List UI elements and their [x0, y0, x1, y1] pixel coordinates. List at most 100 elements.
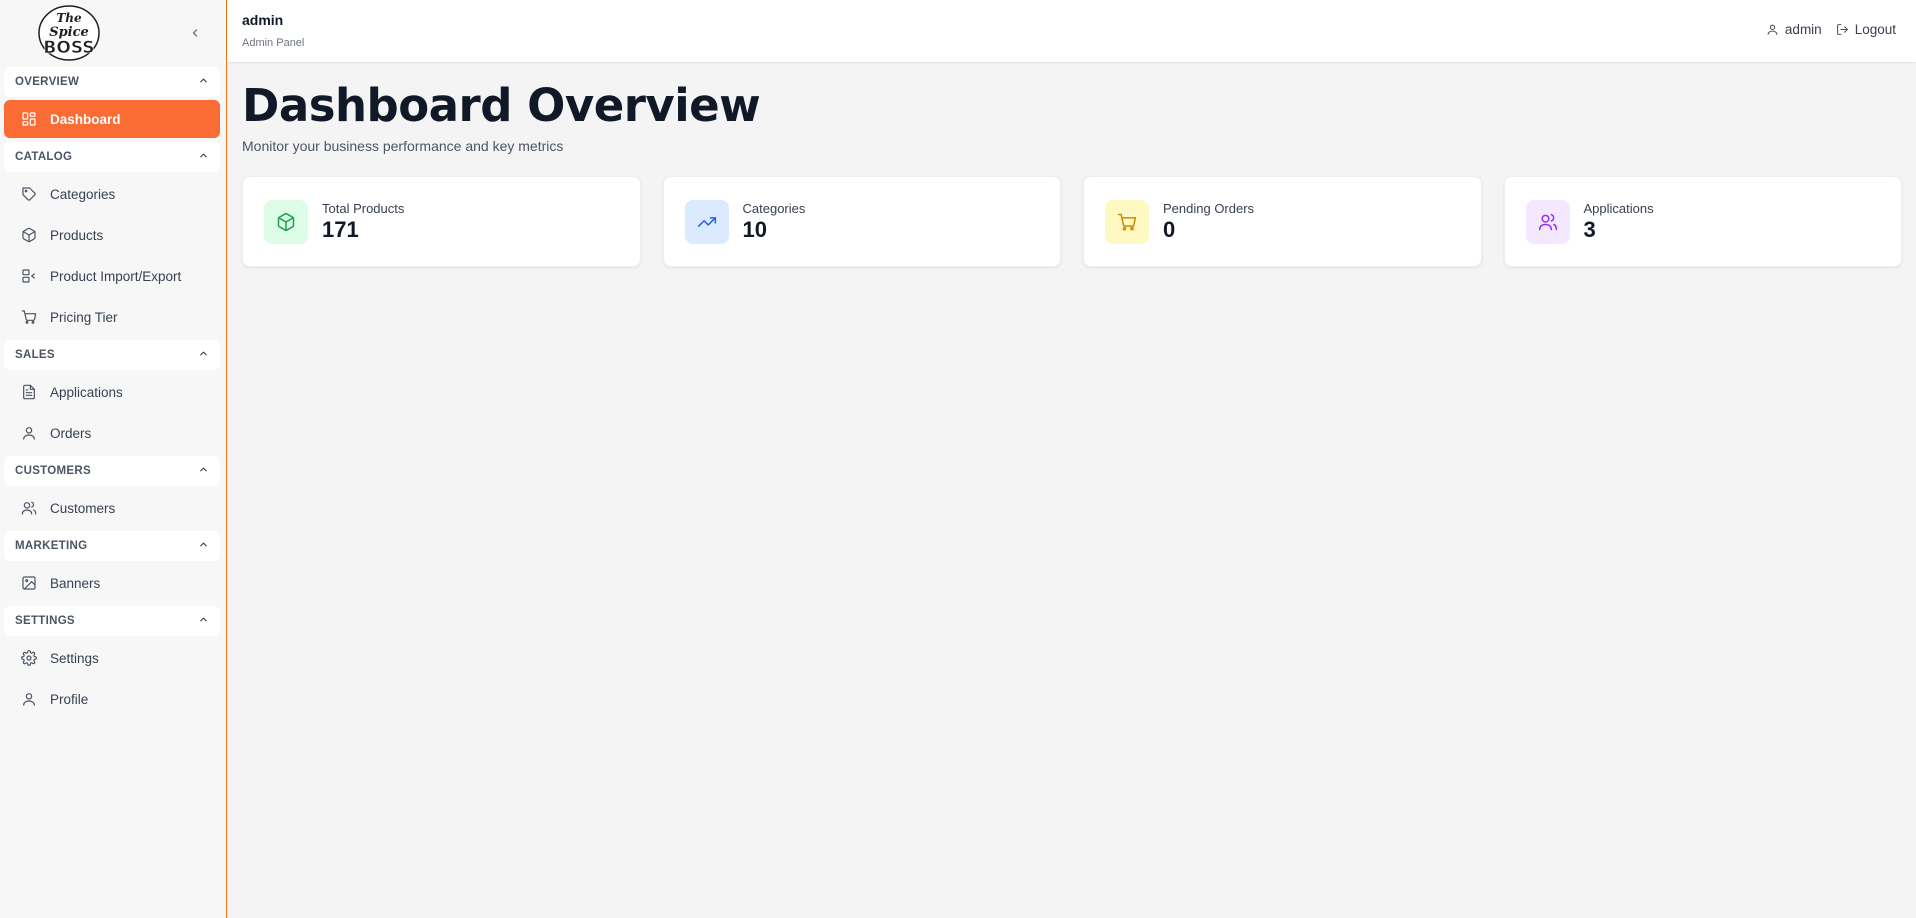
- sidebar-item-label: Applications: [50, 384, 123, 400]
- nav-section-marketing: MARKETING Banners: [4, 531, 220, 602]
- sidebar-item-icon: [20, 499, 38, 517]
- chevron-up-icon: [200, 467, 207, 472]
- collapse-section-toggle[interactable]: [198, 75, 209, 89]
- users-icon: [1538, 213, 1557, 230]
- box-icon: [277, 212, 295, 231]
- stat-card-categories[interactable]: Categories 10: [662, 176, 1061, 267]
- collapse-sidebar-button[interactable]: [186, 24, 204, 42]
- logout-button[interactable]: Logout: [1836, 22, 1896, 37]
- nav-section-overview: OVERVIEW Dashboard: [4, 67, 220, 138]
- account-button[interactable]: admin: [1766, 22, 1822, 37]
- section-header-sales[interactable]: SALES: [4, 340, 220, 370]
- sidebar-item-icon: [20, 690, 38, 708]
- page-subtitle: Monitor your business performance and ke…: [242, 138, 564, 154]
- sidebar-item-icon: [20, 185, 38, 203]
- collapse-section-toggle[interactable]: [198, 539, 209, 553]
- logo-area: The Spice BOSS: [0, 0, 226, 67]
- import-export-icon: [22, 269, 35, 283]
- sidebar-item-icon: [20, 267, 38, 285]
- stat-card-label: Applications: [1583, 200, 1654, 216]
- sidebar-item-customers[interactable]: Customers: [4, 489, 220, 527]
- user-icon: [1767, 24, 1778, 35]
- sidebar-item-banners[interactable]: Banners: [4, 564, 220, 602]
- dashboard-icon: [22, 112, 36, 126]
- section-header-catalog[interactable]: CATALOG: [4, 142, 220, 172]
- sidebar-item-dashboard[interactable]: Dashboard: [4, 100, 220, 138]
- collapse-section-toggle[interactable]: [198, 150, 209, 164]
- section-title: CUSTOMERS: [15, 465, 91, 477]
- collapse-section-toggle[interactable]: [198, 464, 209, 478]
- user-icon: [23, 427, 35, 440]
- stat-card-value: 0: [1163, 216, 1176, 242]
- chevron-up-icon: [200, 351, 207, 356]
- sidebar: The Spice BOSS OVERVIEW Dashboard CATALOG C…: [0, 0, 227, 918]
- sidebar-item-categories[interactable]: Categories: [4, 175, 220, 213]
- sidebar-item-icon: [20, 383, 38, 401]
- stat-card-total-products[interactable]: Total Products 171: [242, 176, 641, 267]
- sidebar-item-orders[interactable]: Orders: [4, 414, 220, 452]
- brand-logo[interactable]: The Spice BOSS: [36, 4, 102, 62]
- cart-icon: [1117, 213, 1137, 231]
- section-title: SETTINGS: [15, 615, 75, 627]
- sidebar-item-products[interactable]: Products: [4, 216, 220, 254]
- collapse-section-toggle[interactable]: [198, 348, 209, 362]
- users-icon: [21, 501, 37, 515]
- chevron-left-icon: [192, 29, 198, 37]
- sidebar-item-icon: [20, 110, 38, 128]
- sidebar-item-settings[interactable]: Settings: [4, 639, 220, 677]
- sidebar-item-icon: [20, 226, 38, 244]
- section-header-settings[interactable]: SETTINGS: [4, 606, 220, 636]
- sidebar-item-applications[interactable]: Applications: [4, 373, 220, 411]
- document-icon: [23, 384, 35, 400]
- stats-cards: Total Products 171 Categories 10 Pending Ord…: [242, 176, 1902, 267]
- stat-card-text: Total Products 171: [322, 201, 404, 243]
- sidebar-item-label: Settings: [50, 650, 99, 666]
- stat-card-icon: [264, 199, 308, 244]
- chevron-up-icon: [200, 153, 207, 158]
- stat-card-pending-orders[interactable]: Pending Orders 0: [1083, 176, 1482, 267]
- sidebar-nav: OVERVIEW Dashboard CATALOG Categories Produc…: [0, 67, 226, 718]
- stat-card-value: 171: [322, 216, 359, 242]
- stat-card-text: Categories 10: [743, 201, 806, 243]
- stat-card-icon: [1525, 199, 1570, 244]
- account-label: admin: [1784, 22, 1822, 37]
- section-title: OVERVIEW: [15, 76, 80, 88]
- stat-card-label: Total Products: [322, 200, 405, 216]
- sidebar-item-icon: [20, 574, 38, 592]
- stat-card-label: Pending Orders: [1163, 200, 1255, 216]
- header-actions: admin Logout: [1766, 22, 1896, 37]
- sidebar-item-icon: [20, 424, 38, 442]
- user-icon: [23, 693, 35, 706]
- sidebar-item-label: Customers: [50, 500, 116, 516]
- sidebar-item-label: Products: [50, 227, 104, 243]
- top-bar: admin Admin Panel admin Logout: [227, 0, 1916, 62]
- chevron-up-icon: [200, 542, 207, 547]
- sidebar-item-product-import-export[interactable]: Product Import/Export: [4, 257, 220, 295]
- sidebar-item-icon: [20, 308, 38, 326]
- sidebar-item-profile[interactable]: Profile: [4, 680, 220, 718]
- stat-card-icon: [1105, 199, 1149, 244]
- stat-card-text: Pending Orders 0: [1163, 201, 1254, 243]
- section-header-overview[interactable]: OVERVIEW: [4, 67, 220, 97]
- trending-up-icon: [697, 216, 716, 227]
- sidebar-item-pricing-tier[interactable]: Pricing Tier: [4, 298, 220, 336]
- collapse-section-toggle[interactable]: [198, 614, 209, 628]
- sidebar-item-label: Profile: [50, 691, 89, 707]
- stat-card-applications[interactable]: Applications 3: [1503, 176, 1902, 267]
- section-title: SALES: [15, 349, 55, 361]
- sidebar-item-label: Categories: [50, 186, 116, 202]
- chevron-up-icon: [200, 78, 207, 83]
- nav-section-catalog: CATALOG Categories Products Product Import/…: [4, 142, 220, 336]
- chevron-up-icon: [200, 617, 207, 622]
- section-header-customers[interactable]: CUSTOMERS: [4, 456, 220, 486]
- sidebar-item-label: Banners: [50, 575, 101, 591]
- nav-section-sales: SALES Applications Orders: [4, 340, 220, 452]
- main-content: Dashboard Overview Monitor your business…: [242, 62, 1902, 267]
- logout-label: Logout: [1854, 22, 1896, 37]
- page-title: Dashboard Overview: [242, 79, 761, 132]
- sidebar-item-label: Product Import/Export: [50, 268, 182, 284]
- tag-icon: [22, 187, 36, 201]
- sidebar-item-icon: [20, 649, 38, 667]
- section-header-marketing[interactable]: MARKETING: [4, 531, 220, 561]
- svg-text:BOSS: BOSS: [43, 38, 94, 58]
